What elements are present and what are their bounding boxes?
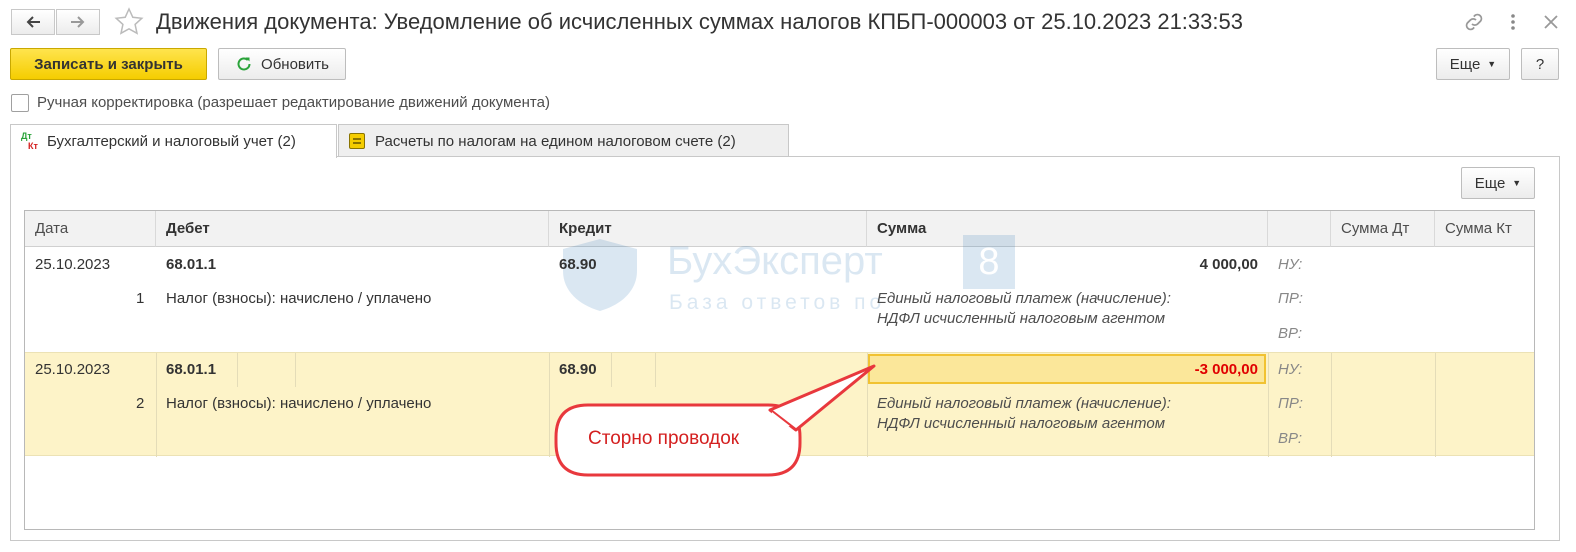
refresh-button[interactable]: Обновить: [218, 48, 346, 80]
row-label-nu: НУ:: [1278, 361, 1303, 378]
table-row[interactable]: 25.10.2023 1 68.01.1 Налог (взносы): нач…: [25, 248, 1534, 352]
column-header-amount-kt[interactable]: Сумма Кт: [1435, 211, 1534, 247]
row-debit-account: 68.01.1: [166, 361, 217, 378]
row-debit-account: 68.01.1: [166, 256, 217, 273]
row-amount-detail: НДФЛ исчисленный налоговым агентом: [877, 310, 1165, 327]
row-label-vr: ВР:: [1278, 430, 1303, 447]
panel-more-button[interactable]: Еще ▼: [1461, 167, 1535, 199]
favorite-star-button[interactable]: [114, 7, 144, 37]
help-button[interactable]: ?: [1521, 48, 1559, 80]
row-credit-account: 68.90: [559, 361, 597, 378]
row-date: 25.10.2023: [35, 256, 111, 273]
panel-more-label: Еще: [1474, 174, 1506, 192]
close-button[interactable]: [1539, 10, 1563, 34]
table-row[interactable]: 25.10.2023 2 68.01.1 Налог (взносы): нач…: [25, 352, 1534, 457]
row-amount: 4 000,00: [1199, 256, 1258, 273]
row-number: 2: [136, 395, 145, 412]
kebab-menu-button[interactable]: [1505, 10, 1521, 34]
more-label: Еще: [1449, 55, 1481, 73]
save-and-close-button[interactable]: Записать и закрыть: [10, 48, 207, 80]
manual-correction-label: Ручная корректировка (разрешает редактир…: [37, 94, 550, 111]
debit-credit-icon: Дт Кт: [21, 130, 38, 151]
forward-button[interactable]: [56, 9, 100, 35]
row-label-pr: ПР:: [1278, 290, 1303, 307]
row-amount-detail: Единый налоговый платеж (начисление):: [877, 395, 1171, 412]
row-amount: -3 000,00: [1194, 361, 1258, 378]
window-title: Движения документа: Уведомление об исчис…: [156, 9, 1243, 34]
callout-text: Сторно проводок: [588, 428, 740, 449]
row-label-pr: ПР:: [1278, 395, 1303, 412]
link-icon: [1465, 13, 1483, 31]
tab-accounting-label: Бухгалтерский и налоговый учет (2): [47, 133, 296, 150]
row-description: Налог (взносы): начислено / уплачено: [166, 395, 432, 412]
more-button[interactable]: Еще ▼: [1436, 48, 1510, 80]
kebab-menu-icon: [1511, 14, 1515, 30]
tab-tax-settlements-label: Расчеты по налогам на едином налоговом с…: [375, 132, 736, 150]
postings-table[interactable]: Дата Дебет Кредит Сумма Сумма Дт Сумма К…: [24, 210, 1535, 530]
row-description: Налог (взносы): начислено / уплачено: [166, 290, 432, 307]
tab-tax-settlements[interactable]: Расчеты по налогам на едином налоговом с…: [338, 124, 789, 157]
row-label-nu: НУ:: [1278, 256, 1303, 273]
column-header-debit[interactable]: Дебет: [156, 211, 549, 247]
back-button[interactable]: [11, 9, 55, 35]
refresh-label: Обновить: [261, 55, 329, 73]
dropdown-arrow-icon: ▼: [1487, 59, 1497, 69]
arrow-left-icon: [26, 16, 40, 28]
close-icon: [1544, 15, 1558, 29]
column-header-labels[interactable]: [1268, 211, 1331, 247]
tab-accounting[interactable]: Дт Кт Бухгалтерский и налоговый учет (2): [10, 124, 337, 158]
arrow-right-icon: [71, 16, 85, 28]
column-header-amount-dt[interactable]: Сумма Дт: [1331, 211, 1435, 247]
column-header-date[interactable]: Дата: [25, 211, 156, 247]
row-number: 1: [136, 290, 145, 307]
manual-correction-checkbox[interactable]: [11, 94, 29, 112]
row-label-vr: ВР:: [1278, 325, 1303, 342]
register-icon: [349, 133, 365, 149]
dropdown-arrow-icon: ▼: [1512, 178, 1522, 188]
row-credit-account: 68.90: [559, 256, 597, 273]
row-amount-detail: НДФЛ исчисленный налоговым агентом: [877, 415, 1165, 432]
row-amount-detail: Единый налоговый платеж (начисление):: [877, 290, 1171, 307]
row-date: 25.10.2023: [35, 361, 111, 378]
link-button[interactable]: [1462, 10, 1486, 34]
star-icon: [114, 7, 144, 35]
refresh-icon: [237, 57, 251, 71]
